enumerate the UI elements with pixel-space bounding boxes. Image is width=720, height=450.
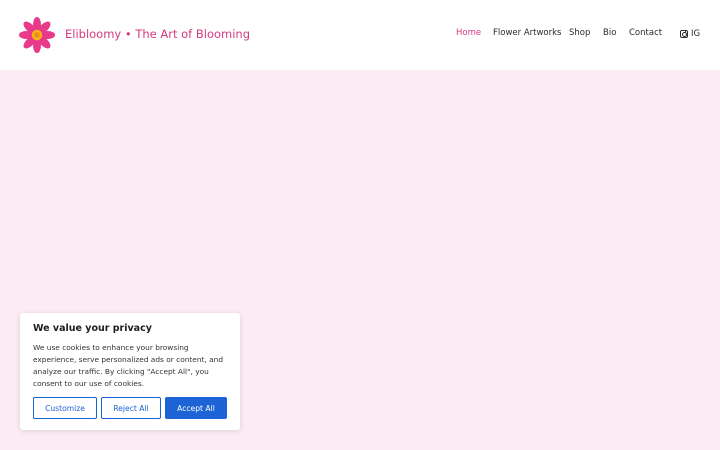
nav-home[interactable]: Home	[456, 28, 481, 38]
instagram-icon	[680, 30, 688, 38]
reject-all-button[interactable]: Reject All	[101, 397, 161, 419]
site-header: Elibloomy • The Art of Blooming Home Flo…	[0, 0, 720, 70]
main-nav: Home Flower Artworks Shop Bio Contact	[0, 28, 720, 42]
nav-contact[interactable]: Contact	[629, 28, 662, 38]
instagram-link[interactable]: IG	[680, 29, 700, 39]
cookie-description: We use cookies to enhance your browsing …	[33, 343, 224, 388]
cookie-title: We value your privacy	[33, 323, 152, 334]
nav-flower-artworks[interactable]: Flower Artworks	[493, 28, 561, 38]
instagram-label: IG	[691, 29, 701, 39]
accept-all-button[interactable]: Accept All	[165, 397, 227, 419]
nav-bio[interactable]: Bio	[603, 28, 616, 38]
nav-shop[interactable]: Shop	[569, 28, 590, 38]
cookie-consent-banner: We value your privacy We use cookies to …	[20, 313, 240, 430]
customize-button[interactable]: Customize	[33, 397, 97, 419]
